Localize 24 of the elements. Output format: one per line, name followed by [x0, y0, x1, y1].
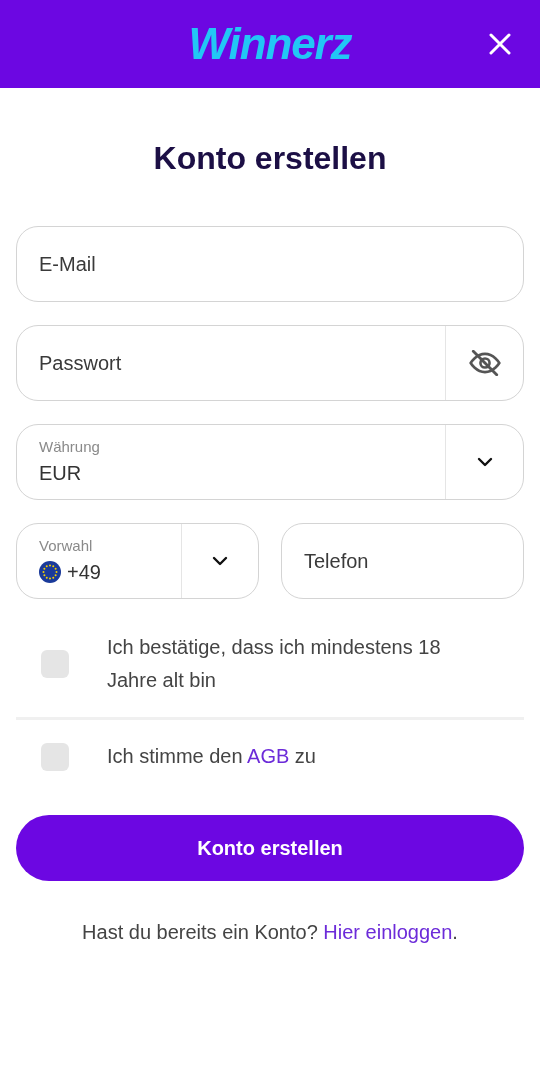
close-icon	[489, 33, 511, 55]
email-field[interactable]: E-Mail	[16, 226, 524, 302]
eye-off-icon	[468, 350, 501, 376]
login-link[interactable]: Hier einloggen	[323, 921, 453, 943]
phone-field[interactable]: Telefon	[281, 523, 524, 599]
field-value: +49	[67, 559, 101, 585]
chevron-down-icon	[212, 556, 228, 566]
logo[interactable]: Winnerz	[188, 11, 352, 77]
create-account-button[interactable]: Konto erstellen	[16, 815, 524, 881]
field-label: Vorwahl	[39, 537, 94, 556]
terms-link[interactable]: AGB	[247, 745, 290, 767]
currency-select[interactable]: Währung EUR	[16, 424, 524, 500]
consent-text: Ich stimme den AGB zu	[107, 744, 316, 769]
chevron-down-icon	[476, 457, 493, 467]
field-label: Währung	[39, 438, 101, 457]
page-title: Konto erstellen	[152, 139, 388, 178]
country-code-select[interactable]: Vorwahl +49	[16, 523, 259, 599]
consent-text: Ich bestätige, dass ich mindestens 18 Jahre alt bin	[107, 635, 442, 693]
password-field[interactable]: Passwort	[16, 325, 524, 401]
checkbox[interactable]	[41, 650, 69, 678]
flag-icon	[39, 561, 61, 584]
checkbox[interactable]	[41, 742, 69, 771]
login-prompt: Hast du bereits ein Konto? Hier einloggen.	[81, 920, 459, 945]
field-value: EUR	[39, 460, 83, 486]
